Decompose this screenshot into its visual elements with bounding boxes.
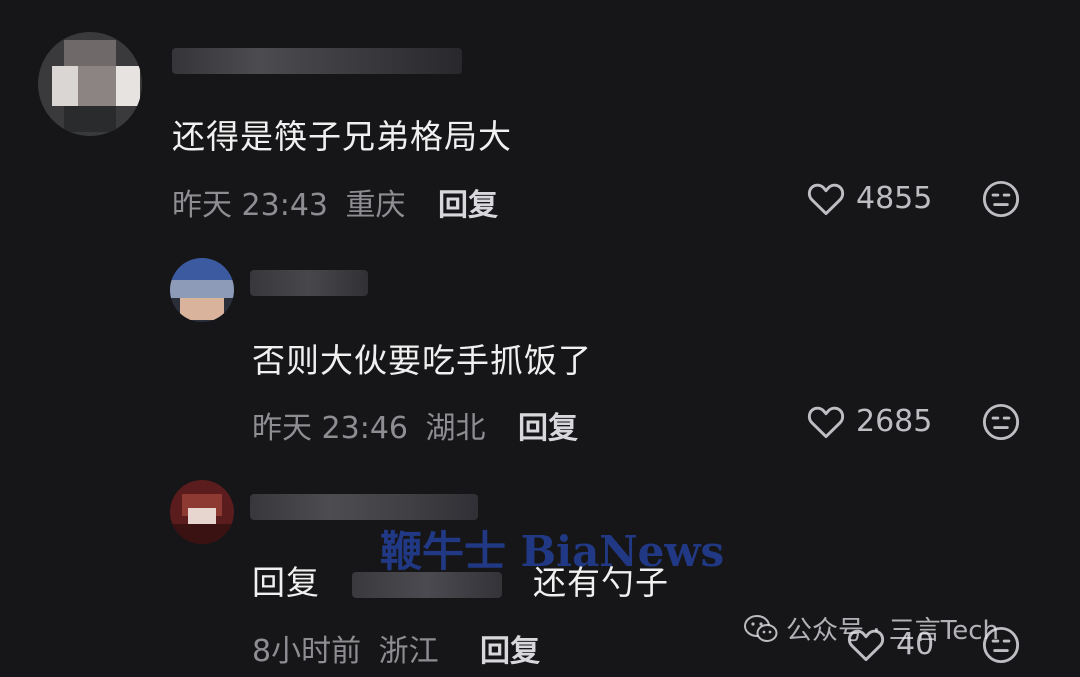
- avatar[interactable]: [170, 258, 234, 322]
- watermark-text: 鞭牛士 BiaNews: [380, 527, 725, 576]
- reply-button[interactable]: 回复: [480, 626, 540, 670]
- neutral-face-icon[interactable]: [982, 180, 1020, 218]
- comment-text: 还得是筷子兄弟格局大: [172, 117, 512, 156]
- wechat-icon: [744, 614, 778, 642]
- like-button[interactable]: 4855: [806, 180, 932, 216]
- comment-time: 昨天 23:46 湖北: [252, 411, 486, 446]
- wechat-account-label: 公众号 · 三言Tech: [786, 616, 1000, 646]
- comment-time: 昨天 23:43 重庆: [172, 188, 406, 223]
- like-button[interactable]: 2685: [806, 403, 932, 439]
- neutral-face-icon[interactable]: [982, 403, 1020, 441]
- heart-outline-icon: [807, 406, 845, 439]
- heart-outline-icon: [807, 183, 845, 216]
- wechat-watermark: 公众号 · 三言Tech: [744, 610, 999, 647]
- reply-prefix: 回复: [252, 563, 320, 602]
- username-blurred[interactable]: [172, 48, 462, 74]
- reply-button[interactable]: 回复: [518, 403, 578, 447]
- avatar[interactable]: [38, 32, 142, 136]
- comment-text: 否则大伙要吃手抓饭了: [252, 341, 592, 380]
- reply-button[interactable]: 回复: [438, 180, 498, 224]
- username-blurred[interactable]: [250, 270, 368, 296]
- comment-time: 8小时前 浙江: [252, 634, 439, 669]
- like-count: 4855: [856, 180, 933, 216]
- avatar[interactable]: [170, 480, 234, 544]
- username-blurred[interactable]: [250, 494, 478, 520]
- like-count: 2685: [856, 403, 933, 439]
